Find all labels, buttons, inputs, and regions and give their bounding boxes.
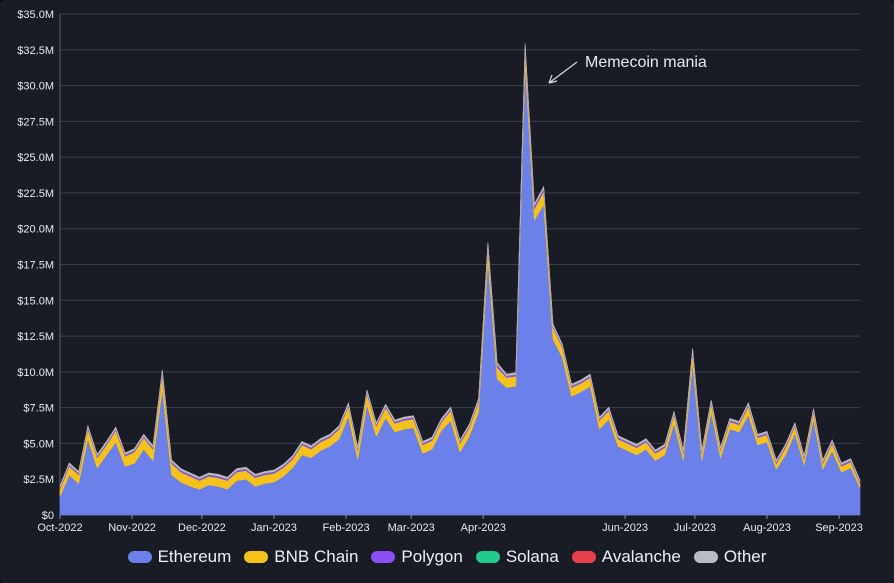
legend-swatch <box>693 551 718 563</box>
x-tick-label: Jul-2023 <box>674 522 716 534</box>
legend-swatch <box>371 551 396 563</box>
x-tick-label: Dec-2022 <box>178 522 226 534</box>
legend-item-other[interactable]: Other <box>693 547 767 567</box>
legend-label: Solana <box>505 547 559 566</box>
legend-swatch <box>571 551 596 563</box>
x-tick-label: Oct-2022 <box>37 522 82 534</box>
legend-item-polygon[interactable]: Polygon <box>371 547 463 567</box>
x-tick-label: Apr-2023 <box>461 522 506 534</box>
x-tick-label: Mar-2023 <box>388 522 435 534</box>
x-tick-label: Aug-2023 <box>743 522 791 534</box>
legend-label: Ethereum <box>157 547 232 566</box>
y-tick-label: $25.0M <box>17 152 54 164</box>
y-tick-label: $20.0M <box>17 224 54 236</box>
series-area-other <box>59 43 861 488</box>
legend-swatch <box>127 551 152 563</box>
annotation-layer: Memecoin mania <box>548 54 707 84</box>
legend-label: Other <box>723 547 767 566</box>
x-tick-label: Jan-2023 <box>251 522 297 534</box>
y-tick-label: $22.5M <box>17 188 54 200</box>
legend-label: BNB Chain <box>274 547 359 566</box>
y-tick-label: $27.5M <box>17 116 54 128</box>
y-tick-label: $7.5M <box>23 403 54 415</box>
x-tick-label: Feb-2023 <box>322 522 369 534</box>
stacked-area-chart: $0 $2.5M $5.0M $7.5M $10.0M $12.5M $15.0M $17.5… <box>17 9 863 534</box>
y-tick-label: $32.5M <box>17 45 54 57</box>
legend-item-bnb-chain[interactable]: BNB Chain <box>244 547 358 567</box>
y-tick-label: $30.0M <box>17 81 54 93</box>
y-tick-label: $17.5M <box>17 260 54 272</box>
chart-card: $0 $2.5M $5.0M $7.5M $10.0M $12.5M $15.0M $17.5… <box>0 0 894 583</box>
legend: Ethereum BNB Chain Polygon Solana Avalanche O… <box>0 545 894 569</box>
y-tick-label: $0 <box>42 510 54 522</box>
y-axis: $0 $2.5M $5.0M $7.5M $10.0M $12.5M $15.0M $17.5… <box>17 9 54 522</box>
annotation-arrow-line <box>548 61 578 84</box>
y-tick-label: $5.0M <box>23 438 54 450</box>
legend-swatch <box>244 551 269 563</box>
annotation-label: Memecoin mania <box>585 54 707 71</box>
y-tick-label: $10.0M <box>17 367 54 379</box>
x-tick-label: Jun-2023 <box>602 522 648 534</box>
y-tick-label: $12.5M <box>17 331 54 343</box>
series-area-bnb-chain <box>59 49 861 497</box>
series-areas <box>59 43 861 516</box>
legend-label: Polygon <box>401 547 463 566</box>
y-tick-label: $35.0M <box>17 9 54 21</box>
x-axis: Oct-2022 Nov-2022 Dec-2022 Jan-2023 Feb-2023… <box>37 515 863 534</box>
y-tick-label: $15.0M <box>17 295 54 307</box>
legend-label: Avalanche <box>601 547 681 566</box>
legend-item-avalanche[interactable]: Avalanche <box>571 547 681 567</box>
x-tick-label: Sep-2023 <box>815 522 863 534</box>
legend-item-ethereum[interactable]: Ethereum <box>127 547 232 567</box>
series-area-polygon <box>59 46 861 490</box>
y-tick-label: $2.5M <box>23 474 54 486</box>
x-tick-label: Nov-2022 <box>108 522 156 534</box>
legend-swatch <box>475 551 500 563</box>
legend-item-solana[interactable]: Solana <box>475 547 559 567</box>
